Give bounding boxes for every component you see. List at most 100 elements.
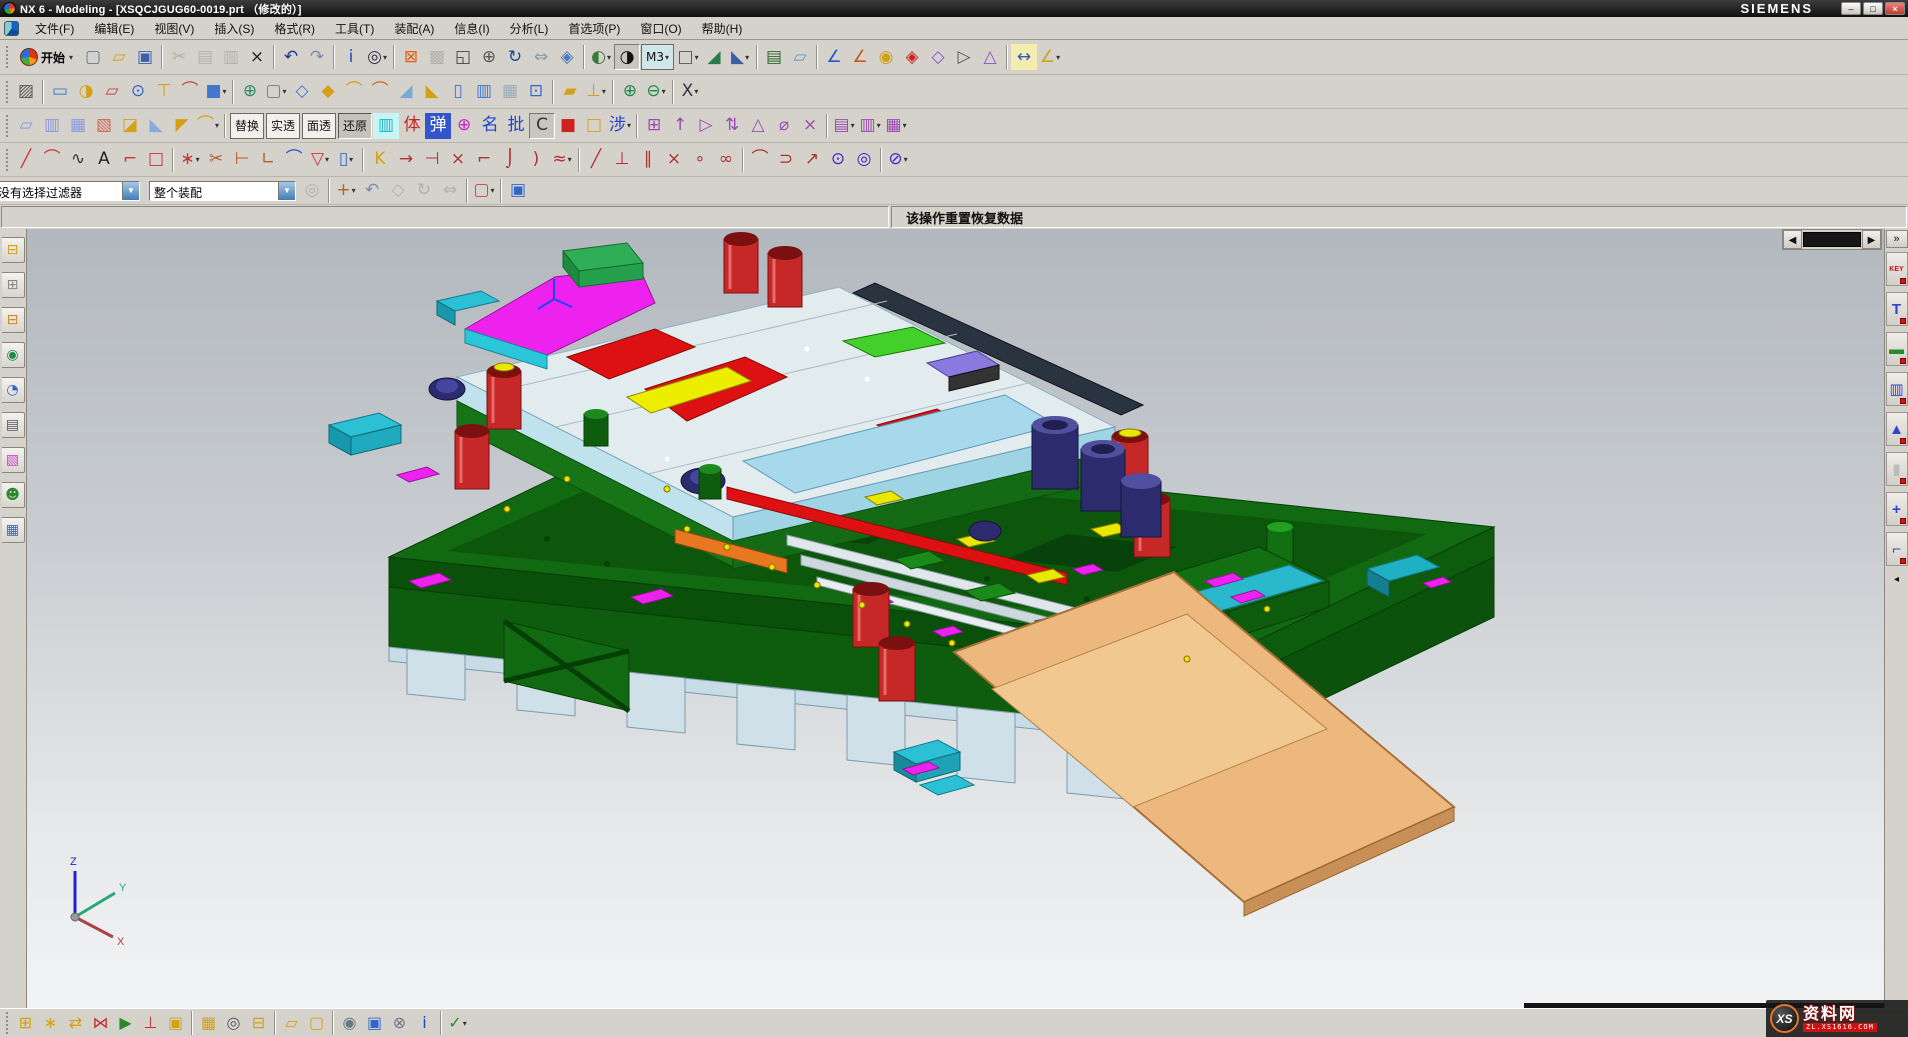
through-curves-button[interactable]: ▥ bbox=[39, 113, 65, 139]
edge-blend-button[interactable]: ⌒ bbox=[341, 79, 367, 105]
deselect-button[interactable]: ↶ bbox=[359, 178, 385, 204]
dropdown-arrow[interactable]: ▾ bbox=[665, 53, 669, 62]
hole-button[interactable]: ⊙ bbox=[125, 79, 151, 105]
palette-elbow-part[interactable]: ⌐ bbox=[1886, 532, 1908, 566]
palette-green-block-part[interactable]: ▬ bbox=[1886, 332, 1908, 366]
select-view-button[interactable]: ▷ bbox=[951, 44, 977, 70]
quick-extend-button[interactable]: ⊢ bbox=[229, 147, 255, 173]
toolbar-handle[interactable] bbox=[5, 115, 10, 137]
offset-emboss-button[interactable]: ⊥▾ bbox=[583, 79, 609, 105]
palette-key-part[interactable]: KEY bbox=[1886, 252, 1908, 286]
circle-center-button[interactable]: ◎ bbox=[851, 147, 877, 173]
join-button[interactable]: ⊕ bbox=[237, 79, 263, 105]
csys-display-button[interactable]: ∠ bbox=[821, 44, 847, 70]
split-body-button[interactable]: ▦ bbox=[497, 79, 523, 105]
dropdown-arrow[interactable]: ▾ bbox=[745, 53, 749, 62]
product-outline-button[interactable]: ▱ bbox=[279, 1011, 304, 1036]
sketch-rectangle-button[interactable]: □ bbox=[143, 147, 169, 173]
dropdown-arrow[interactable]: ▾ bbox=[196, 155, 200, 164]
dropdown-arrow[interactable]: ▾ bbox=[325, 155, 329, 164]
n-sided-surface-button[interactable]: ◣ bbox=[143, 113, 169, 139]
spring-display-button[interactable]: 弹 bbox=[425, 113, 451, 139]
zoom-disabled-button[interactable]: ▩ bbox=[424, 44, 450, 70]
dropdown-arrow[interactable]: ▾ bbox=[352, 186, 356, 195]
measure-angle-button[interactable]: ∠▾ bbox=[1037, 44, 1063, 70]
show-constraints-button[interactable]: ⊣ bbox=[419, 147, 445, 173]
palette-collapse-button[interactable]: ◂ bbox=[1894, 574, 1899, 585]
constraint-line-button[interactable]: ╱ bbox=[583, 147, 609, 173]
palette-punch-part[interactable]: ▮ bbox=[1886, 452, 1908, 486]
find-button[interactable]: ◎▾ bbox=[364, 44, 390, 70]
reuse-library-tab[interactable]: ◉ bbox=[2, 342, 25, 368]
three-point-arc-button[interactable]: ⌒ bbox=[747, 147, 773, 173]
swept-button[interactable]: ▧ bbox=[91, 113, 117, 139]
offset-region-button[interactable]: ⇅ bbox=[719, 113, 745, 139]
toolbar-handle[interactable] bbox=[5, 46, 10, 68]
edit-section-button[interactable]: ◣▾ bbox=[727, 44, 753, 70]
dropdown-arrow[interactable]: ▾ bbox=[695, 53, 699, 62]
face-display-button[interactable]: ▥ bbox=[373, 113, 399, 139]
view-clip-scrollbar[interactable]: ◀ ▶ bbox=[1782, 229, 1882, 250]
pattern-curve-button[interactable]: ▯▾ bbox=[333, 147, 359, 173]
relimit-button[interactable]: ⌡ bbox=[497, 147, 523, 173]
sketch-profile-button[interactable]: ⌐ bbox=[117, 147, 143, 173]
replace-face-button[interactable]: ▷ bbox=[693, 113, 719, 139]
menu-edit[interactable]: 编辑(E) bbox=[84, 18, 144, 39]
copy-display-button[interactable]: C bbox=[529, 113, 555, 139]
offset-surface-button[interactable]: ◤ bbox=[169, 113, 195, 139]
dropdown-arrow[interactable]: ▾ bbox=[662, 87, 666, 96]
system-materials-tab[interactable]: ▤ bbox=[2, 412, 25, 438]
graphics-viewport[interactable]: Z Y X ◀ ▶ bbox=[27, 229, 1884, 1008]
clip-section-button[interactable]: ◢ bbox=[701, 44, 727, 70]
dropdown-arrow[interactable]: ▾ bbox=[851, 121, 855, 130]
exploded-views-button[interactable]: ▦ bbox=[196, 1011, 221, 1036]
open-button[interactable]: ▱ bbox=[106, 44, 132, 70]
solid-red-button[interactable]: ■ bbox=[555, 113, 581, 139]
system-scenes-tab[interactable]: ▦ bbox=[2, 517, 25, 543]
expression-button[interactable]: X▾ bbox=[677, 79, 703, 105]
circle-diameter-button[interactable]: ⊘▾ bbox=[885, 147, 911, 173]
shaded-with-edges-button[interactable]: ◑ bbox=[614, 44, 640, 70]
dropdown-arrow[interactable]: ▾ bbox=[463, 1019, 467, 1028]
boss-button[interactable]: ⊤ bbox=[151, 79, 177, 105]
menu-insert[interactable]: 插入(S) bbox=[204, 18, 264, 39]
chamfer-button[interactable]: ◢ bbox=[393, 79, 419, 105]
part-links-info-button[interactable]: ⊗ bbox=[387, 1011, 412, 1036]
background-button[interactable]: □▾ bbox=[675, 44, 701, 70]
dropdown-arrow[interactable]: ▾ bbox=[215, 121, 219, 130]
perspective-button[interactable]: ◈ bbox=[554, 44, 580, 70]
new-component-button[interactable]: ∗ bbox=[38, 1011, 63, 1036]
center-mark-button[interactable]: ⊕ bbox=[451, 113, 477, 139]
dropdown-arrow[interactable]: ▾ bbox=[602, 87, 606, 96]
marquee-select-button[interactable]: ▢▾ bbox=[471, 178, 497, 204]
delete-button[interactable]: × bbox=[244, 44, 270, 70]
dropdown-arrow[interactable]: ▾ bbox=[607, 53, 611, 62]
toolbar-handle[interactable] bbox=[5, 81, 10, 103]
dropdown-arrow[interactable]: ▾ bbox=[694, 87, 698, 96]
palette-cross-fitting-part[interactable]: + bbox=[1886, 492, 1908, 526]
subtract-button[interactable]: ⊖▾ bbox=[643, 79, 669, 105]
wave-mode-button[interactable]: ◉ bbox=[337, 1011, 362, 1036]
constraint-navigator-tab[interactable]: ⊞ bbox=[2, 272, 25, 298]
extend-arrow-button[interactable]: ↗ bbox=[799, 147, 825, 173]
orient-view-button[interactable]: ◈ bbox=[899, 44, 925, 70]
dropdown-arrow[interactable]: ▾ bbox=[904, 155, 908, 164]
sketch-spline-button[interactable]: ∿ bbox=[65, 147, 91, 173]
quick-trim-button[interactable]: ✂ bbox=[203, 147, 229, 173]
dropdown-arrow[interactable]: ▾ bbox=[903, 121, 907, 130]
relations-browser-button[interactable]: i bbox=[412, 1011, 437, 1036]
conic-button[interactable]: ) bbox=[523, 147, 549, 173]
body-display-button[interactable]: 体 bbox=[399, 113, 425, 139]
constraints-key-button[interactable]: K bbox=[367, 147, 393, 173]
constraint-perpendicular-button[interactable]: ⊥ bbox=[609, 147, 635, 173]
dropdown-arrow[interactable]: ▾ bbox=[491, 186, 495, 195]
copy-face-button[interactable]: ▤▾ bbox=[831, 113, 857, 139]
menu-assemblies[interactable]: 装配(A) bbox=[384, 18, 444, 39]
rotate-view-button[interactable]: ↻ bbox=[502, 44, 528, 70]
clip-right-button[interactable]: ▶ bbox=[1862, 230, 1881, 249]
revolve-button[interactable]: ◑ bbox=[73, 79, 99, 105]
restore-button[interactable]: 还原 bbox=[338, 113, 372, 139]
new-button[interactable]: ▢ bbox=[80, 44, 106, 70]
interference-button[interactable]: 涉▾ bbox=[607, 113, 633, 139]
find-selection-button[interactable]: ◎ bbox=[299, 178, 325, 204]
